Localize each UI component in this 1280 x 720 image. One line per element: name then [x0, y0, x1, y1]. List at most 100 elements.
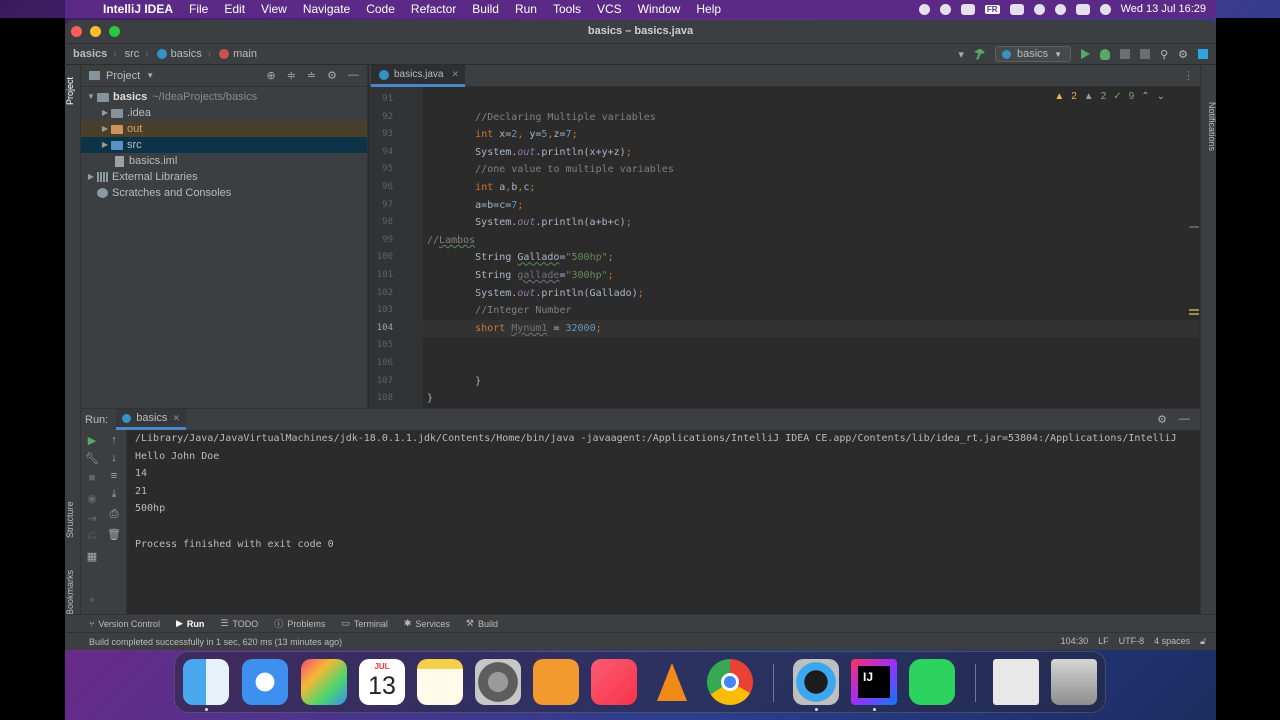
breadcrumb-src[interactable]: src [117, 48, 146, 60]
options-gear-icon[interactable]: ⚙ [1157, 413, 1167, 426]
search-icon[interactable]: ⚲ [1160, 48, 1168, 61]
tree-item-iml[interactable]: basics.iml [81, 153, 367, 169]
battery-icon[interactable] [1009, 3, 1024, 15]
menu-vcs[interactable]: VCS [589, 0, 630, 18]
run-configuration-select[interactable]: basics ▼ [994, 46, 1072, 62]
tree-item-out[interactable]: ▶ out [81, 121, 367, 137]
expanded-arrow-icon[interactable]: ▼ [85, 89, 97, 105]
coverage-icon[interactable] [1120, 49, 1131, 59]
line-number[interactable]: 98 [369, 214, 393, 232]
scroll-down-icon[interactable]: ↓ [107, 452, 121, 464]
line-number[interactable]: 93 [369, 126, 393, 144]
code-line[interactable]: //Integer Number [423, 302, 1199, 320]
code-line[interactable]: //one value to multiple variables [423, 161, 1199, 179]
line-number[interactable]: 102 [369, 285, 393, 303]
keyboard-layout-indicator[interactable]: FR [984, 4, 1000, 14]
line-separator[interactable]: LF [1098, 636, 1109, 647]
calendar-app-icon[interactable]: JUL 13 [359, 659, 405, 705]
services-tab[interactable]: ✱ Services [404, 618, 450, 629]
more-tabs-icon[interactable]: ⋮ [1183, 69, 1194, 82]
editor-error-stripe[interactable] [1189, 87, 1199, 408]
scroll-to-end-icon[interactable]: ⤓ [107, 488, 121, 501]
problems-tab[interactable]: ⓘ Problems [274, 617, 325, 630]
code-line[interactable]: int x=2, y=5,z=7; [423, 126, 1199, 144]
hide-panel-icon[interactable]: — [1179, 413, 1190, 426]
soft-wrap-icon[interactable]: ≡ [107, 470, 121, 482]
caret-position[interactable]: 104:30 [1061, 636, 1089, 647]
line-number[interactable]: 103 [369, 302, 393, 320]
version-control-tab[interactable]: ⑂ Version Control [89, 619, 160, 629]
expand-all-icon[interactable]: ≑ [287, 69, 296, 82]
run-tab-basics[interactable]: basics ✕ [116, 409, 186, 430]
minimize-window-button[interactable] [90, 26, 101, 37]
code-editor[interactable]: ▲ 2 ▲ 2 ✓ 9 ⌃ ⌄ //Declaring Multiple variab… [423, 87, 1199, 408]
line-number[interactable]: 96 [369, 179, 393, 197]
restore-layout-icon[interactable]: ⎌ [85, 530, 99, 543]
menu-help[interactable]: Help [688, 0, 729, 18]
line-number[interactable]: 99 [369, 232, 393, 250]
line-number[interactable]: 97 [369, 197, 393, 215]
record-icon[interactable] [918, 3, 930, 15]
finder-app-icon[interactable] [183, 659, 229, 705]
code-line[interactable]: short Mynum1 = 32000; [423, 319, 1199, 338]
structure-tool-tab[interactable]: Structure [65, 495, 81, 545]
line-number[interactable]: 101 [369, 267, 393, 285]
layout-icon[interactable]: ▦ [85, 550, 99, 563]
file-encoding[interactable]: UTF-8 [1119, 636, 1145, 647]
tree-item-scratches[interactable]: Scratches and Consoles [81, 185, 367, 201]
code-line[interactable]: } [423, 373, 1199, 391]
line-number[interactable]: 92 [369, 109, 393, 127]
settings-gear-icon[interactable]: ⚙ [1178, 48, 1188, 61]
menu-window[interactable]: Window [630, 0, 689, 18]
collapsed-arrow-icon[interactable]: ▶ [99, 105, 111, 121]
spotlight-search-icon[interactable] [1054, 3, 1066, 15]
close-window-button[interactable] [71, 26, 82, 37]
terminal-tab[interactable]: ▭ Terminal [341, 618, 388, 629]
whatsapp-app-icon[interactable] [909, 659, 955, 705]
line-number[interactable]: 106 [369, 355, 393, 373]
run-console[interactable]: /Library/Java/JavaVirtualMachines/jdk-18… [135, 430, 1200, 615]
code-line[interactable]: String gallade="300hp"; [423, 267, 1199, 285]
debug-icon[interactable] [1100, 48, 1111, 60]
wifi-icon[interactable] [1033, 3, 1045, 15]
line-number[interactable]: 94 [369, 144, 393, 162]
code-line[interactable] [423, 355, 1199, 373]
error-stripe-mark[interactable] [1189, 313, 1199, 315]
stop-icon[interactable]: ■ [85, 472, 99, 484]
tree-item-src[interactable]: ▶ src [81, 137, 367, 153]
code-line[interactable]: String Gallado="500hp"; [423, 249, 1199, 267]
collapsed-arrow-icon[interactable]: ▶ [99, 137, 111, 153]
breadcrumb-project[interactable]: basics [65, 48, 113, 60]
menu-refactor[interactable]: Refactor [403, 0, 464, 18]
creative-cloud-icon[interactable] [939, 3, 951, 15]
run-tool-tab[interactable]: ▶ Run [176, 618, 204, 629]
project-tool-tab[interactable]: Project [65, 71, 81, 111]
indent-setting[interactable]: 4 spaces [1154, 636, 1190, 647]
quicktime-app-icon[interactable] [793, 659, 839, 705]
todo-tab[interactable]: ☰ TODO [220, 618, 258, 629]
scroll-up-icon[interactable]: ↑ [107, 434, 121, 446]
project-panel-title[interactable]: Project [106, 70, 140, 82]
notes-app-icon[interactable] [417, 659, 463, 705]
menu-view[interactable]: View [253, 0, 295, 18]
chrome-app-icon[interactable] [707, 659, 753, 705]
intellij-app-icon[interactable]: IJ [851, 659, 897, 705]
menubar-clock[interactable]: Wed 13 Jul 16:29 [1121, 3, 1206, 15]
menu-navigate[interactable]: Navigate [295, 0, 358, 18]
tree-item-external-libraries[interactable]: ▶ External Libraries [81, 169, 367, 185]
menu-app-name[interactable]: IntelliJ IDEA [99, 0, 181, 18]
line-number[interactable]: 108 [369, 390, 393, 408]
code-line[interactable]: System.out.println(Gallado); [423, 285, 1199, 303]
code-line[interactable] [423, 337, 1199, 355]
code-line[interactable] [423, 91, 1199, 109]
menu-file[interactable]: File [181, 0, 216, 18]
code-line[interactable]: System.out.println(x+y+z); [423, 144, 1199, 162]
music-file-icon[interactable] [993, 659, 1039, 705]
collapsed-arrow-icon[interactable]: ▶ [85, 169, 97, 185]
code-line[interactable]: System.out.println(a+b+c); [423, 214, 1199, 232]
line-number[interactable]: 107 [369, 373, 393, 391]
chevron-down-icon[interactable]: ▼ [146, 71, 154, 80]
error-stripe-mark[interactable] [1189, 309, 1199, 311]
build-tab[interactable]: ⚒ Build [466, 618, 498, 629]
stop-icon[interactable] [1140, 49, 1151, 59]
